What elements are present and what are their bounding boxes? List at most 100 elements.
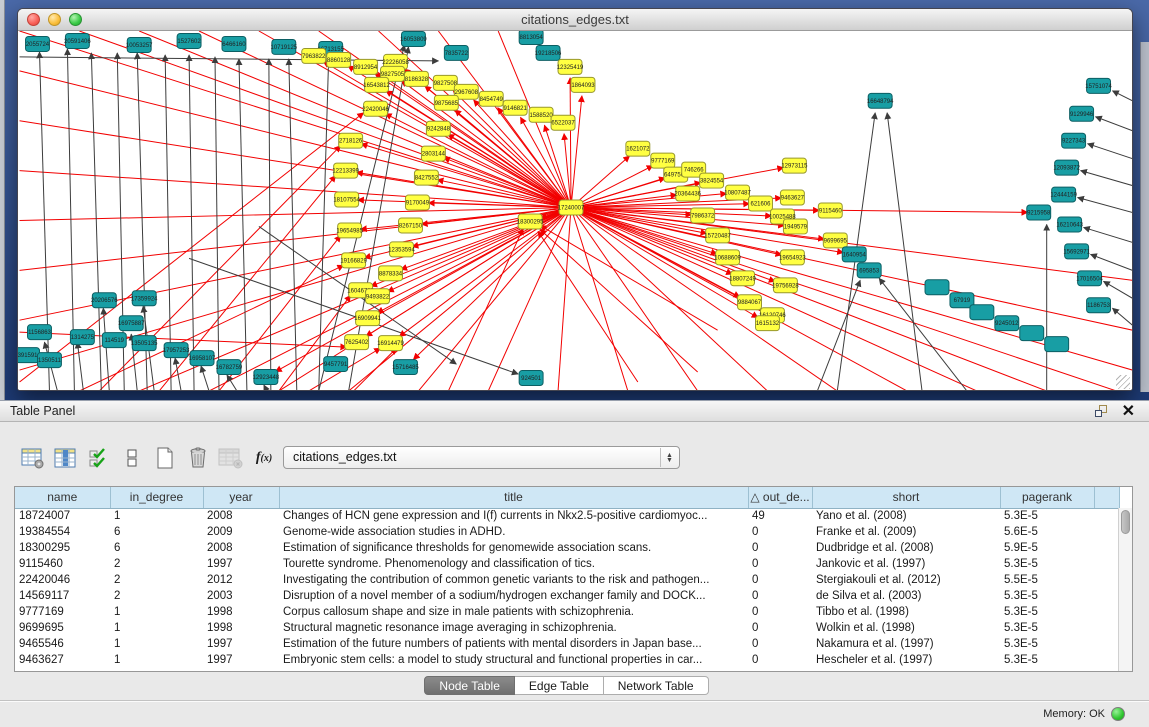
select-all-icon[interactable] (86, 446, 112, 470)
graph-node[interactable]: 19654923 (779, 250, 806, 265)
graph-node[interactable]: 391591 (18, 348, 39, 363)
column-header-name[interactable]: name (15, 487, 110, 508)
graph-node[interactable]: 1156863 (28, 325, 52, 340)
graph-node[interactable]: 16543812 (363, 77, 390, 92)
table-row[interactable]: 1872400712008Changes of HCN gene express… (15, 508, 1119, 524)
close-window-button[interactable] (27, 13, 40, 26)
graph-node[interactable]: 10053257 (126, 37, 153, 52)
graph-node[interactable]: 8267150 (398, 218, 422, 233)
graph-node[interactable]: 16782759 (216, 360, 243, 375)
table-row[interactable]: 946554611997Estimation of the future num… (15, 636, 1119, 652)
graph-node[interactable]: 16914479 (377, 336, 404, 351)
graph-node[interactable]: 15716485 (392, 360, 419, 375)
graph-node[interactable]: 621606 (749, 196, 773, 211)
graph-node[interactable]: 16909941 (354, 311, 381, 326)
graph-node[interactable]: 12973115 (781, 158, 808, 173)
graph-node[interactable] (1020, 326, 1044, 341)
graph-node[interactable]: 9699695 (823, 233, 847, 248)
graph-node[interactable]: 9227343 (1062, 133, 1086, 148)
graph-node[interactable]: 15751074 (1085, 78, 1112, 93)
function-builder-icon[interactable]: f(x) (251, 446, 277, 470)
resize-grip[interactable] (1116, 375, 1130, 389)
column-header-short[interactable]: short (812, 487, 1000, 508)
graph-node[interactable]: 6522037 (551, 115, 575, 130)
table-row[interactable]: 1830029562008Estimation of significance … (15, 540, 1119, 556)
graph-node[interactable] (970, 305, 994, 320)
graph-node[interactable]: 9463627 (780, 190, 804, 205)
graph-node[interactable]: 16210643 (1056, 217, 1083, 232)
graph-node[interactable]: 1314275 (70, 330, 94, 345)
graph-node[interactable]: 18807249 (729, 271, 756, 286)
graph-node[interactable]: 15720487 (704, 228, 731, 243)
network-canvas[interactable]: 2055724205914061005325715276026466160107… (18, 31, 1132, 391)
graph-node[interactable]: 1615132 (756, 316, 780, 331)
graph-node[interactable]: 17359924 (131, 291, 158, 306)
graph-node[interactable]: 1186753 (1087, 298, 1111, 313)
graph-node[interactable]: 8878334 (379, 266, 403, 281)
graph-node[interactable]: 8454749 (479, 91, 503, 106)
graph-node[interactable]: 9884067 (738, 295, 762, 310)
graph-node[interactable]: 2803144 (421, 146, 445, 161)
graph-node[interactable]: 7835722 (444, 45, 468, 60)
column-header-pagerank[interactable]: pagerank (1000, 487, 1094, 508)
table-row[interactable]: 2242004622012Investigating the contribut… (15, 572, 1119, 588)
graph-node[interactable]: 9493822 (366, 289, 390, 304)
graph-node[interactable]: 12093872 (1053, 160, 1080, 175)
graph-node[interactable]: 18300295 (517, 214, 544, 229)
graph-node[interactable]: 17957253 (163, 343, 190, 358)
tab-network-table[interactable]: Network Table (604, 676, 709, 695)
graph-node[interactable]: 695853 (857, 263, 881, 278)
graph-node[interactable]: 7625402 (345, 335, 369, 350)
graph-node[interactable]: 8813054 (519, 31, 543, 44)
column-header-year[interactable]: year (203, 487, 279, 508)
graph-node[interactable] (925, 280, 949, 295)
table-row[interactable]: 1938455462009Genome-wide association stu… (15, 524, 1119, 540)
graph-node[interactable]: 10807487 (724, 185, 751, 200)
graph-node[interactable]: 1640954 (842, 247, 866, 262)
tab-node-table[interactable]: Node Table (424, 676, 515, 695)
minimize-window-button[interactable] (48, 13, 61, 26)
table-scrollbar[interactable] (1118, 508, 1132, 671)
zoom-window-button[interactable] (69, 13, 82, 26)
graph-node[interactable]: 19166829 (340, 253, 367, 268)
window-titlebar[interactable]: citations_edges.txt (18, 9, 1132, 31)
graph-node[interactable]: 12353594 (388, 242, 415, 257)
graph-node[interactable]: 9215958 (1027, 205, 1051, 220)
graph-node[interactable]: 9457791 (324, 357, 348, 372)
graph-node[interactable]: 20206576 (91, 293, 118, 308)
graph-node[interactable]: 924501 (519, 371, 543, 386)
graph-node[interactable]: 18107554 (333, 192, 360, 207)
graph-node[interactable]: 20591406 (64, 33, 91, 48)
graph-node[interactable]: 19756928 (772, 278, 799, 293)
graph-node[interactable]: 9242848 (426, 121, 450, 136)
graph-node[interactable]: 16958107 (189, 351, 216, 366)
graph-node[interactable]: 20364436 (674, 186, 701, 201)
graph-node[interactable]: 19654985 (336, 223, 363, 238)
table-row[interactable]: 1456911722003Disruption of a novel membe… (15, 588, 1119, 604)
graph-node[interactable]: 1864093 (571, 77, 595, 92)
graph-node[interactable]: 19218506 (535, 45, 562, 60)
table-selector-dropdown[interactable]: citations_edges.txt ▲▼ (283, 446, 680, 469)
float-panel-icon[interactable] (1095, 405, 1109, 418)
table-row[interactable]: 946362711997Embryonic stem cells: a mode… (15, 652, 1119, 668)
column-header-title[interactable]: title (279, 487, 748, 508)
graph-node[interactable]: 10688609 (714, 250, 741, 265)
graph-node[interactable]: 2055724 (26, 36, 50, 51)
graph-node[interactable]: 15692971 (1063, 244, 1090, 259)
column-header-in_degree[interactable]: in_degree (110, 487, 203, 508)
column-visibility-icon[interactable] (53, 446, 79, 470)
table-row[interactable]: 911546021997Tourette syndrome. Phenomeno… (15, 556, 1119, 572)
graph-node[interactable]: 7986372 (691, 208, 715, 223)
graph-node[interactable]: 2718126 (339, 133, 363, 148)
graph-node[interactable]: 1949579 (783, 219, 807, 234)
graph-node[interactable]: 7963822 (302, 48, 326, 63)
graph-node[interactable]: 9146821 (503, 100, 527, 115)
graph-node[interactable]: 9875685 (434, 95, 458, 110)
graph-node[interactable]: 3824554 (700, 173, 724, 188)
rows-icon[interactable] (119, 446, 145, 470)
graph-node[interactable]: 12213399 (332, 163, 359, 178)
delete-rows-icon[interactable] (185, 446, 211, 470)
graph-node[interactable]: 8427552 (414, 170, 438, 185)
graph-node[interactable]: 16975887 (118, 316, 145, 331)
graph-node[interactable]: 9129946 (1070, 106, 1094, 121)
